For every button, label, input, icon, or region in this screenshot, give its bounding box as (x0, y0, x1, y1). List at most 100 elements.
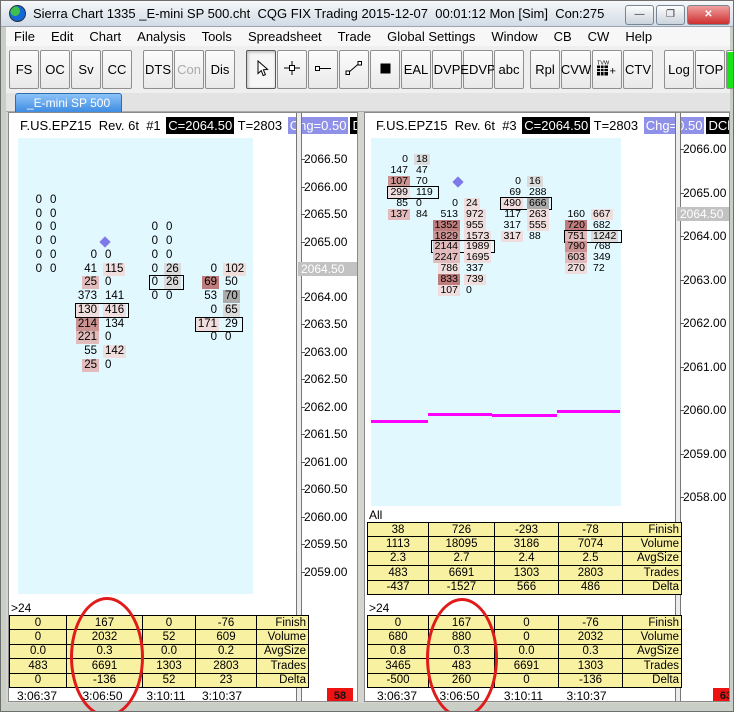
menu-item-chart[interactable]: Chart (81, 29, 129, 44)
menu-item-cb[interactable]: CB (546, 29, 580, 44)
toolbar-button-log[interactable]: Log (664, 50, 694, 89)
update-counter-badge: 58 (327, 688, 353, 701)
menu-item-edit[interactable]: Edit (43, 29, 81, 44)
menu-item-window[interactable]: Window (483, 29, 545, 44)
price-scale-label-last: 2064.50 (298, 262, 357, 276)
toolbar-button-rpl[interactable]: Rpl (530, 50, 560, 89)
pointer-icon (254, 59, 269, 80)
toolbar-button-dvp[interactable]: DVP (432, 50, 462, 89)
stats-row-label: Delta (622, 672, 682, 688)
toolbar-button-cvw[interactable]: CVW (561, 50, 591, 89)
table-group-label: >24 (11, 601, 32, 615)
price-scale-splitter[interactable] (675, 113, 681, 701)
footprint-bid-cell: 317 (471, 231, 523, 242)
footprint-ask-cell: 416 (103, 304, 149, 317)
toolbar-button-eal[interactable]: EAL (401, 50, 431, 89)
stats-row-finish: 0 167 0 -76 Finish (367, 614, 682, 631)
menu-item-cw[interactable]: CW (580, 29, 618, 44)
toolbar-button-oc[interactable]: OC (40, 50, 70, 89)
maximize-button[interactable]: ❐ (656, 5, 685, 25)
footprint-bid-cell: 41 (47, 263, 99, 276)
svg-text:+: + (609, 66, 615, 78)
toolbar-crosshair-icon[interactable] (277, 50, 307, 89)
price-scale-label: 2064.00 (304, 290, 348, 304)
footprint-bid-cell: 0 (47, 249, 99, 262)
footprint-bid-cell: 0 (9, 249, 44, 262)
close-button[interactable]: ✕ (687, 5, 730, 25)
stats-value: 2.5 (558, 550, 623, 567)
stats-value: 0 (367, 614, 429, 631)
stats-value: -76 (558, 614, 623, 631)
toolbar-button-con[interactable]: Con (174, 50, 204, 89)
stats-row-volume: 1113 18095 3186 7074 Volume (367, 536, 682, 552)
toolbar-ray-icon[interactable] (308, 50, 338, 89)
footprint-bid-cell: 107 (408, 285, 460, 296)
ask-value: 65 (223, 304, 240, 317)
tab-emini-sp500[interactable]: _E-mini SP 500 (15, 93, 123, 112)
toolbar-button-cc[interactable]: CC (102, 50, 132, 89)
footprint-bid-cell: 0 (9, 221, 44, 234)
toolbar-button-dis[interactable]: Dis (205, 50, 235, 89)
stats-value: 880 (428, 629, 495, 645)
stats-value: 7074 (558, 536, 623, 552)
bid-value: 0 (35, 249, 42, 261)
price-scale-label: 2063.00 (304, 345, 348, 359)
stats-value: 0.3 (558, 643, 623, 660)
bid-value: 0 (210, 331, 217, 343)
menu-item-analysis[interactable]: Analysis (129, 29, 193, 44)
stats-value: 680 (367, 629, 429, 645)
footprint-ask-cell: 0 (48, 208, 94, 221)
bid-value: 317 (501, 230, 523, 242)
chart-header-segment: T=2803 (234, 117, 286, 133)
bid-value: 130 (75, 304, 99, 317)
toolbar-button-df[interactable]: DF (726, 50, 733, 89)
stats-value: 483 (428, 658, 495, 674)
footprint-bid-cell: 137 (365, 209, 410, 220)
ask-value: 0 (105, 359, 112, 371)
footprint-ask-cell: 0 (103, 359, 149, 372)
stats-value: -437 (367, 579, 429, 595)
footprint-ask-cell: 72 (591, 263, 637, 274)
menu-item-trade[interactable]: Trade (330, 29, 379, 44)
footprint-ask-cell: 0 (164, 235, 210, 248)
ask-value: 0 (50, 221, 57, 233)
toolbar-button-fs[interactable]: FS (9, 50, 39, 89)
footprint-ask-cell: 102 (223, 263, 269, 276)
toolbar-button-dts[interactable]: DTS (143, 50, 173, 89)
toolbar-trendline-icon[interactable] (339, 50, 369, 89)
bid-value: 0 (35, 194, 42, 206)
stats-value: 0.3 (428, 643, 495, 660)
footprint-bid-cell: 0 (9, 263, 44, 276)
menu-item-global-settings[interactable]: Global Settings (379, 29, 483, 44)
price-level-line (371, 420, 428, 423)
toolbar-button-sv[interactable]: Sv (71, 50, 101, 89)
stats-row-finish: 38 726 -293 -78 Finish (367, 521, 682, 538)
toolbar-tpo-icon[interactable]: TVW + (592, 50, 622, 89)
footprint-ask-cell: 0 (164, 249, 210, 262)
minimize-button[interactable]: — (625, 5, 654, 25)
price-scale-label: 2059.00 (304, 565, 348, 579)
stats-row-volume: 0 2032 52 609 Volume (9, 629, 309, 645)
menu-item-spreadsheet[interactable]: Spreadsheet (240, 29, 330, 44)
stats-value: 0 (494, 614, 559, 631)
stats-value: 38 (367, 521, 429, 538)
bid-value: 0 (210, 263, 217, 275)
footprint-bid-cell: 130 (47, 304, 99, 317)
toolbar-square-icon[interactable] (370, 50, 400, 89)
ask-value: 416 (103, 304, 127, 317)
price-scale-label: 2066.00 (304, 180, 348, 194)
toolbar-button-top[interactable]: TOP (695, 50, 725, 89)
toolbar-button-ctv[interactable]: CTV (623, 50, 653, 89)
toolbar-pointer-icon[interactable] (246, 50, 276, 89)
stats-row-trades: 483 6691 1303 2803 Trades (367, 565, 682, 581)
menu-item-file[interactable]: File (6, 29, 43, 44)
toolbar-button-edvp[interactable]: EDVP (460, 50, 496, 89)
footprint-bid-cell: 0 (9, 208, 44, 221)
menu-item-help[interactable]: Help (617, 29, 660, 44)
menu-item-tools[interactable]: Tools (194, 29, 240, 44)
bid-value: 0 (151, 263, 158, 275)
stats-row-delta: -500 260 0 -136 Delta (367, 672, 682, 688)
stats-row-label: Trades (622, 565, 682, 581)
chart-header-segment: D (350, 116, 357, 134)
toolbar-button-abc[interactable]: abc (494, 50, 524, 89)
